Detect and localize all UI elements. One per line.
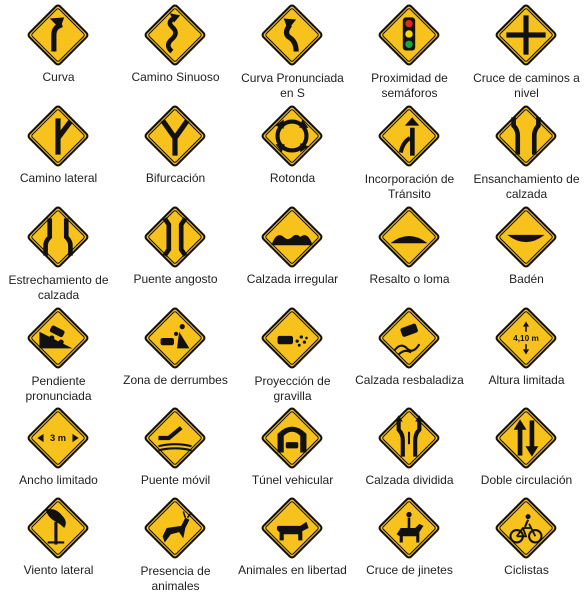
sign-label: Túnel vehicular <box>251 473 334 487</box>
sign-label: Resalto o loma <box>369 272 450 286</box>
sign-card: Presencia de animales <box>117 495 234 595</box>
curve-arrow-icon <box>27 4 89 66</box>
sign-label: Badén <box>509 272 544 286</box>
sign-label: Proximidad de semáforos <box>371 71 448 100</box>
sign-label: Puente angosto <box>133 272 218 286</box>
sign-label: Estrechamiento de calzada <box>8 273 109 302</box>
sign-card: Ciclistas <box>468 495 584 595</box>
dip-icon <box>495 206 557 268</box>
sign-card: Calzada irregular <box>234 204 351 304</box>
traffic-signs-grid: Curva Camino Sinuoso Curva Pronunciada e… <box>0 0 584 595</box>
sign-plate-text: 3 m <box>50 433 66 443</box>
width-limit-icon: 3 m <box>27 407 89 469</box>
sign-label: Ensanchamiento de calzada <box>473 172 580 201</box>
sign-label: Presencia de animales <box>140 564 211 593</box>
bumpy-road-icon <box>261 206 323 268</box>
sign-label: Viento lateral <box>23 563 94 577</box>
sign-card: Curva Pronunciada en S <box>234 2 351 102</box>
steep-slope-icon <box>27 307 89 369</box>
slippery-road-icon <box>378 307 440 369</box>
sign-card: Pendiente pronunciada <box>0 305 117 405</box>
sign-label: Incorporación de Tránsito <box>364 172 455 201</box>
sign-label: Calzada irregular <box>246 272 339 286</box>
sign-label: Zona de derrumbes <box>123 373 228 387</box>
sign-label: Cruce de caminos a nivel <box>473 71 580 100</box>
fork-icon <box>144 105 206 167</box>
cattle-crossing-icon <box>261 497 323 559</box>
sign-card: Doble circulación <box>468 405 584 505</box>
two-way-traffic-icon <box>495 407 557 469</box>
sign-card: Ensanchamiento de calzada <box>468 103 584 203</box>
sign-card: Badén <box>468 204 584 304</box>
sign-card: Bifurcación <box>117 103 234 203</box>
sign-label: Proyección de gravilla <box>254 374 331 403</box>
sign-label: Calzada dividida <box>365 473 454 487</box>
sign-label: Pendiente pronunciada <box>25 374 92 403</box>
sign-card: Incorporación de Tránsito <box>351 103 468 203</box>
horse-rider-icon <box>378 497 440 559</box>
sign-card: Resalto o loma <box>351 204 468 304</box>
sign-card: Zona de derrumbes <box>117 305 234 405</box>
sign-plate-text: 4,10 m <box>513 334 539 343</box>
loose-gravel-icon <box>261 307 323 369</box>
sign-card: Estrechamiento de calzada <box>0 204 117 304</box>
sign-card: Puente móvil <box>117 405 234 505</box>
side-road-icon <box>27 105 89 167</box>
sign-card: 4,10 m Altura limitada <box>468 305 584 405</box>
sign-card: Proximidad de semáforos <box>351 2 468 102</box>
speed-bump-icon <box>378 206 440 268</box>
sign-card: Camino lateral <box>0 103 117 203</box>
sign-label: Curva Pronunciada en S <box>241 71 344 100</box>
deer-crossing-icon <box>144 497 206 559</box>
s-curve-icon <box>261 4 323 66</box>
winding-road-icon <box>144 4 206 66</box>
sign-card: Viento lateral <box>0 495 117 595</box>
sign-label: Camino lateral <box>19 171 98 185</box>
crosswind-icon <box>27 497 89 559</box>
sign-label: Camino Sinuoso <box>131 70 220 84</box>
sign-card: Cruce de caminos a nivel <box>468 2 584 102</box>
sign-card: Rotonda <box>234 103 351 203</box>
crossroad-icon <box>495 4 557 66</box>
sign-card: Proyección de gravilla <box>234 305 351 405</box>
sign-label: Bifurcación <box>145 171 206 185</box>
sign-card: Calzada resbaladiza <box>351 305 468 405</box>
road-narrows-icon <box>27 206 89 268</box>
divided-road-icon <box>378 407 440 469</box>
sign-label: Altura limitada <box>488 373 565 387</box>
sign-label: Rotonda <box>269 171 316 185</box>
road-widens-icon <box>495 105 557 167</box>
drawbridge-icon <box>144 407 206 469</box>
sign-card: Puente angosto <box>117 204 234 304</box>
sign-label: Cruce de jinetes <box>366 563 453 577</box>
sign-label: Ciclistas <box>504 563 549 577</box>
tunnel-icon <box>261 407 323 469</box>
sign-label: Calzada resbaladiza <box>355 373 464 387</box>
sign-label: Animales en libertad <box>238 563 347 577</box>
narrow-bridge-icon <box>144 206 206 268</box>
sign-label: Puente móvil <box>140 473 211 487</box>
sign-card: Calzada dividida <box>351 405 468 505</box>
height-limit-icon: 4,10 m <box>495 307 557 369</box>
sign-label: Ancho limitado <box>19 473 98 487</box>
sign-card: Camino Sinuoso <box>117 2 234 102</box>
falling-rocks-icon <box>144 307 206 369</box>
merge-icon <box>378 105 440 167</box>
sign-card: 3 m Ancho limitado <box>0 405 117 505</box>
sign-card: Cruce de jinetes <box>351 495 468 595</box>
sign-label: Doble circulación <box>480 473 573 487</box>
sign-card: Curva <box>0 2 117 102</box>
roundabout-icon <box>261 105 323 167</box>
sign-card: Animales en libertad <box>234 495 351 595</box>
bicycle-icon <box>495 497 557 559</box>
sign-card: Túnel vehicular <box>234 405 351 505</box>
traffic-light-icon <box>378 4 440 66</box>
sign-label: Curva <box>42 70 75 84</box>
